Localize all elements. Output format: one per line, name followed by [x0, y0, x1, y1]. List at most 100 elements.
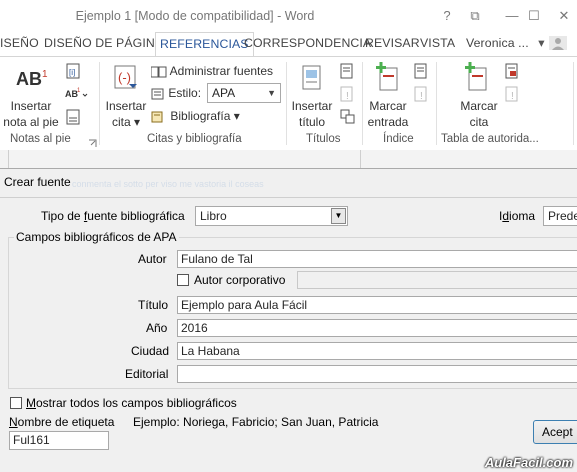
- group-divider: [286, 62, 287, 145]
- close-button[interactable]: ✕: [553, 7, 575, 25]
- insert-citation-button[interactable]: Insertar cita ▾: [104, 98, 148, 130]
- ribbon-display-icon[interactable]: ⧉: [464, 7, 486, 25]
- publisher-field[interactable]: [177, 365, 577, 383]
- title-field[interactable]: Ejemplo para Aula Fácil: [177, 296, 577, 314]
- svg-text:[i]: [i]: [69, 68, 75, 77]
- update-table-icon[interactable]: !: [340, 86, 354, 102]
- user-account[interactable]: Veronica ... ▾: [466, 36, 545, 50]
- ribbon-tabs: ISEÑO DISEÑO DE PÁGINA REFERENCIAS CORRE…: [0, 32, 577, 58]
- year-label: Año: [146, 321, 168, 335]
- maximize-button[interactable]: ☐: [523, 7, 545, 25]
- style-icon: [151, 88, 165, 100]
- language-value: Prede: [548, 209, 577, 223]
- bibliography-button[interactable]: Bibliografía ▾: [151, 109, 240, 123]
- insert-table-of-authorities-icon[interactable]: [505, 63, 519, 79]
- group-label-citas: Citas y bibliografía: [147, 133, 242, 145]
- ribbon: AB1 Insertar nota al pie [i] AB 1 Notas a…: [0, 56, 577, 151]
- insert-table-of-figures-icon[interactable]: [340, 63, 354, 79]
- group-divider: [362, 62, 363, 145]
- group-label-notas: Notas al pie: [10, 133, 71, 145]
- corporate-author-label: Autor corporativo: [194, 273, 286, 287]
- update-table-of-authorities-icon[interactable]: !: [505, 86, 519, 102]
- margin-guide: [8, 150, 9, 168]
- insert-caption-icon: [300, 64, 324, 92]
- group-label-autoridades: Tabla de autorida...: [441, 133, 539, 145]
- manage-sources-button[interactable]: Administrar fuentes: [150, 64, 274, 78]
- update-index-icon[interactable]: !: [414, 86, 428, 102]
- document-area: [0, 150, 577, 168]
- group-title: Campos bibliográficos de APA: [14, 230, 179, 244]
- dialog-title-ghost-text: conmenta el sotto per viso me vastoria i…: [72, 179, 264, 189]
- minimize-button[interactable]: —: [501, 7, 523, 25]
- year-field[interactable]: 2016: [177, 319, 577, 337]
- source-type-select[interactable]: Libro ▼: [195, 206, 348, 226]
- show-all-fields-label: Mostrar todos los campos bibliográficos: [26, 396, 237, 410]
- bibliography-icon: [151, 111, 167, 123]
- cross-reference-icon[interactable]: [340, 109, 356, 125]
- language-select[interactable]: Prede: [543, 206, 577, 226]
- insert-footnote-button[interactable]: Insertar nota al pie: [2, 98, 60, 130]
- svg-text:!: !: [420, 91, 423, 102]
- city-label: Ciudad: [131, 344, 170, 358]
- show-all-fields-checkbox[interactable]: [10, 397, 22, 409]
- tab-diseno-de-pagina[interactable]: DISEÑO DE PÁGINA: [44, 36, 163, 50]
- accept-button[interactable]: Acept: [533, 420, 577, 444]
- city-field[interactable]: La Habana: [177, 342, 577, 360]
- corporate-author-checkbox[interactable]: [177, 274, 189, 286]
- bibliography-label: Bibliografía ▾: [170, 109, 240, 123]
- title-label: Título: [138, 298, 169, 312]
- chevron-down-icon: ▾: [538, 36, 545, 50]
- author-label: Autor: [138, 252, 167, 266]
- svg-text:!: !: [346, 91, 349, 102]
- user-avatar[interactable]: [549, 36, 567, 50]
- watermark-logo: AulaFacil.com: [484, 455, 573, 470]
- svg-text:(-): (-): [118, 70, 131, 85]
- insert-endnote-icon[interactable]: [i]: [64, 63, 82, 79]
- insert-index-icon[interactable]: [414, 63, 428, 79]
- window-title: Ejemplo 1 [Modo de compatibilidad] - Wor…: [75, 9, 315, 23]
- mark-citation-icon: [463, 62, 491, 92]
- tab-referencias[interactable]: REFERENCIAS: [155, 32, 254, 58]
- tab-diseno[interactable]: ISEÑO: [0, 36, 39, 50]
- tab-vista[interactable]: VISTA: [420, 36, 455, 50]
- next-footnote-icon[interactable]: AB 1: [64, 86, 88, 102]
- corporate-author-field[interactable]: [297, 271, 577, 289]
- style-row: Estilo:: [151, 86, 201, 100]
- mark-citation-button[interactable]: Marcar cita: [456, 98, 502, 130]
- title-bar: Ejemplo 1 [Modo de compatibilidad] - Wor…: [0, 0, 577, 34]
- chevron-down-icon: ▼: [267, 88, 276, 98]
- group-divider: [99, 62, 100, 145]
- style-label: Estilo:: [168, 86, 202, 100]
- group-divider: [573, 62, 574, 145]
- publisher-label: Editorial: [125, 367, 169, 381]
- style-value: APA: [212, 86, 236, 100]
- dialog-divider: [0, 197, 577, 198]
- language-label: Idioma: [499, 209, 536, 223]
- mark-entry-button[interactable]: Marcar entrada: [366, 98, 410, 130]
- svg-text:1: 1: [77, 88, 81, 94]
- source-type-value: Libro: [200, 209, 227, 223]
- tag-name-label: Nombre de etiqueta: [9, 415, 115, 429]
- tab-revisar[interactable]: REVISAR: [365, 36, 420, 50]
- svg-text:!: !: [511, 91, 514, 102]
- group-label-indice: Índice: [383, 133, 414, 145]
- style-select[interactable]: APA ▼: [207, 83, 281, 103]
- tag-example-text: Ejemplo: Noriega, Fabricio; San Juan, Pa…: [133, 415, 379, 429]
- manage-sources-label: Administrar fuentes: [169, 64, 274, 78]
- insert-caption-button[interactable]: Insertar título: [290, 98, 334, 130]
- mark-entry-icon: [374, 62, 402, 92]
- user-name: Veronica ...: [466, 36, 529, 50]
- tag-name-field[interactable]: Ful161: [9, 431, 109, 450]
- create-source-dialog: Crear fuente conmenta el sotto per viso …: [0, 168, 577, 472]
- tab-correspondencia[interactable]: CORRESPONDENCIA: [244, 36, 371, 50]
- dialog-launcher-icon[interactable]: [88, 137, 97, 147]
- insert-citation-icon: (-): [113, 64, 139, 92]
- show-notes-icon[interactable]: [64, 109, 82, 125]
- group-divider: [436, 62, 437, 145]
- chevron-down-icon: ▼: [331, 208, 346, 224]
- manage-sources-icon: [150, 66, 167, 78]
- dialog-title: Crear fuente: [4, 175, 71, 189]
- author-field[interactable]: Fulano de Tal: [177, 250, 577, 268]
- group-label-titulos: Títulos: [306, 133, 341, 145]
- help-icon[interactable]: ?: [436, 7, 458, 25]
